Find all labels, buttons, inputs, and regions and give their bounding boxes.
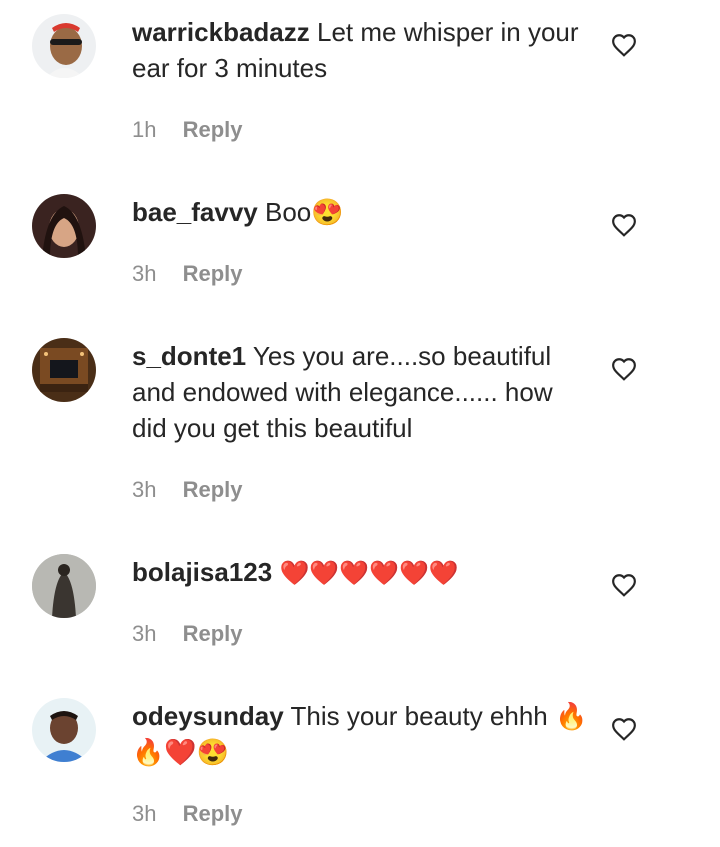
comment-item: s_donte1 Yes you are....so beautiful and… <box>0 324 720 540</box>
comment-text: Boo😍 <box>265 197 344 227</box>
reply-button[interactable]: Reply <box>183 261 243 286</box>
comment-username[interactable]: s_donte1 <box>132 341 246 371</box>
comment-time: 3h <box>132 261 157 286</box>
comment-time: 3h <box>132 801 157 826</box>
avatar[interactable] <box>32 698 96 762</box>
comment-item: odeysunday This your beauty ehhh 🔥🔥❤️😍 3… <box>0 684 720 847</box>
comment-time: 3h <box>132 621 157 646</box>
avatar[interactable] <box>32 554 96 618</box>
comment-username[interactable]: bae_favvy <box>132 197 258 227</box>
avatar[interactable] <box>32 338 96 402</box>
heart-outline-icon[interactable] <box>611 213 637 237</box>
comment-time: 3h <box>132 477 157 502</box>
comment-item: bae_favvy Boo😍 3h Reply <box>0 180 720 324</box>
avatar[interactable] <box>32 194 96 258</box>
comment-item: warrickbadazz Let me whisper in your ear… <box>0 0 720 180</box>
comment-username[interactable]: bolajisa123 <box>132 557 272 587</box>
reply-button[interactable]: Reply <box>183 621 243 646</box>
comment-item: bolajisa123 ❤️❤️❤️❤️❤️❤️ 3h Reply <box>0 540 720 684</box>
heart-outline-icon[interactable] <box>611 33 637 57</box>
heart-outline-icon[interactable] <box>611 717 637 741</box>
reply-button[interactable]: Reply <box>183 117 243 142</box>
comment-text: ❤️❤️❤️❤️❤️❤️ <box>279 560 459 587</box>
comment-username[interactable]: odeysunday <box>132 701 284 731</box>
reply-button[interactable]: Reply <box>183 477 243 502</box>
heart-outline-icon[interactable] <box>611 357 637 381</box>
comment-time: 1h <box>132 117 157 142</box>
heart-outline-icon[interactable] <box>611 573 637 597</box>
avatar[interactable] <box>32 14 96 78</box>
comment-username[interactable]: warrickbadazz <box>132 17 310 47</box>
reply-button[interactable]: Reply <box>183 801 243 826</box>
